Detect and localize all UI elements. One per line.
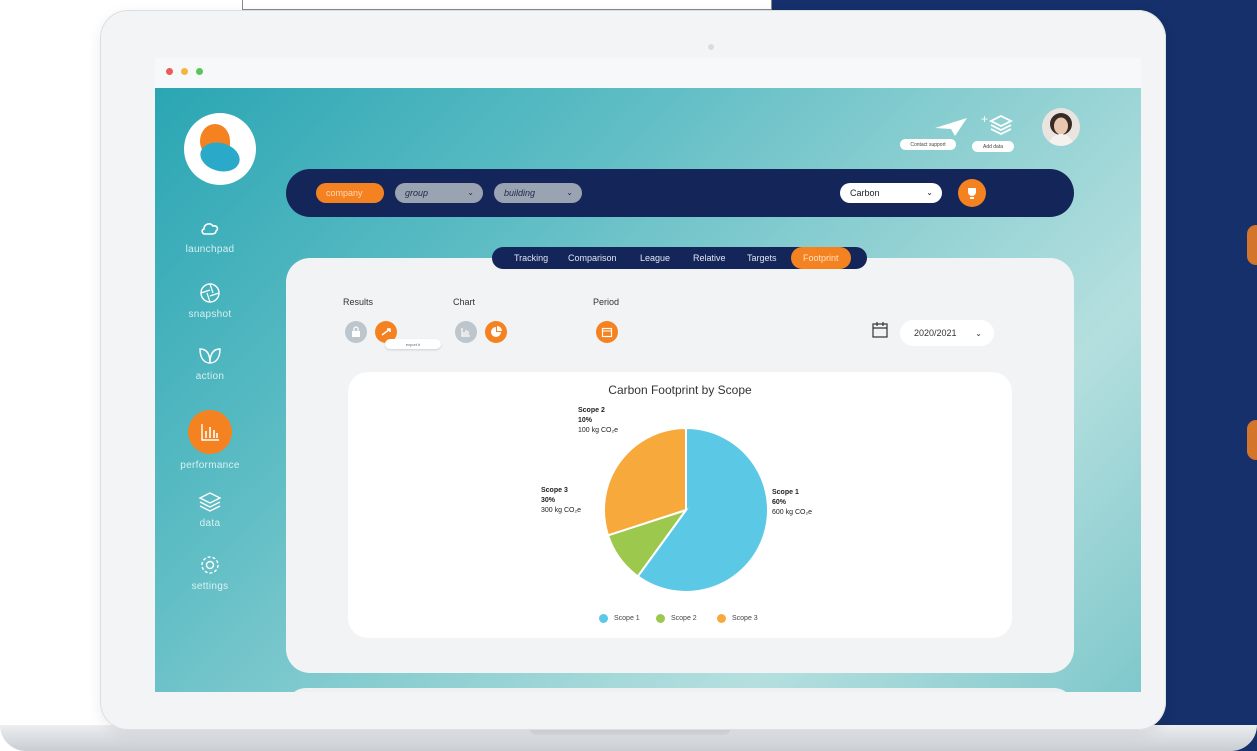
view-tabs: Tracking Comparison League Relative Targ…	[492, 247, 867, 269]
metric-dropdown[interactable]: Carbon ⌄	[840, 183, 942, 203]
period-dropdown[interactable]: 2020/2021 ⌄	[900, 320, 994, 346]
slice-label-scope3: Scope 3 30% 300 kg CO₂e	[541, 487, 582, 514]
sidebar-item-label: action	[195, 371, 225, 382]
svg-text:+: +	[981, 112, 988, 126]
layers-icon	[198, 492, 222, 512]
pie-chart	[603, 426, 769, 593]
bar-chart-icon	[461, 328, 470, 337]
tab-tracking[interactable]: Tracking	[514, 247, 548, 269]
sidebar-item-snapshot[interactable]: snapshot	[155, 281, 265, 320]
chevron-down-icon: ⌄	[975, 328, 982, 338]
sidebar-item-data[interactable]: data	[155, 490, 265, 529]
calendar-icon	[601, 327, 613, 338]
group-dropdown[interactable]: group ⌄	[395, 183, 483, 203]
app-logo[interactable]	[184, 113, 256, 185]
pie-chart-icon	[491, 326, 502, 337]
chart-label: Chart	[453, 297, 476, 307]
sidebar-item-label: performance	[180, 460, 240, 471]
sidebar-item-launchpad[interactable]: launchpad	[155, 216, 265, 255]
tab-targets[interactable]: Targets	[747, 247, 777, 269]
chevron-down-icon: ⌄	[467, 188, 474, 197]
cloud-icon	[201, 223, 219, 235]
trophy-icon	[968, 188, 976, 199]
decorative-shape	[1247, 225, 1257, 265]
gear-icon	[201, 556, 219, 574]
sidebar-item-action[interactable]: action	[155, 343, 265, 382]
avatar[interactable]	[1042, 108, 1080, 146]
sidebar-item-label: data	[199, 518, 221, 529]
period-calendar-button[interactable]	[596, 321, 618, 343]
send-icon[interactable]	[933, 116, 969, 138]
add-layers-icon[interactable]: +	[981, 112, 1017, 140]
user-photo	[1048, 113, 1074, 146]
sidebar-item-label: snapshot	[188, 309, 232, 320]
slice-label-scope1: Scope 1 60% 600 kg CO₂e	[772, 489, 813, 516]
export-icon	[381, 328, 391, 336]
window-maximize-dot[interactable]	[196, 68, 203, 75]
chart-card: Carbon Footprint by Scope Scope 1 60% 60…	[348, 372, 1012, 638]
decorative-shape	[1247, 420, 1257, 460]
period-label: Period	[593, 297, 620, 307]
lock-icon	[352, 326, 360, 337]
tab-footprint[interactable]: Footprint	[791, 247, 851, 269]
add-data-button[interactable]: Add data	[972, 141, 1014, 152]
filter-bar: company group ⌄ building ⌄ Carbon ⌄	[286, 169, 1074, 217]
camera	[708, 44, 714, 50]
export-tooltip: export it	[385, 339, 441, 349]
calendar-icon[interactable]	[871, 321, 889, 339]
chevron-down-icon: ⌄	[566, 188, 573, 197]
tab-relative[interactable]: Relative	[693, 247, 726, 269]
tab-league[interactable]: League	[640, 247, 670, 269]
leaf-icon	[199, 348, 221, 364]
app-screen: launchpad snapshot action performance da…	[155, 88, 1141, 692]
company-filter-button[interactable]: company	[316, 183, 384, 203]
window-minimize-dot[interactable]	[181, 68, 188, 75]
results-lock-button[interactable]	[345, 321, 367, 343]
bar-chart-toggle[interactable]	[455, 321, 477, 343]
leaderboard-button[interactable]	[958, 179, 986, 207]
legend-item-scope3: Scope 3	[717, 614, 758, 623]
contact-support-button[interactable]: Contact support	[900, 139, 956, 150]
slice-label-scope2: Scope 2 10% 100 kg CO₂e	[578, 407, 619, 434]
secondary-panel	[286, 688, 1074, 692]
bar-chart-icon	[201, 424, 219, 441]
aperture-icon	[200, 283, 220, 303]
legend-item-scope1: Scope 1	[599, 614, 640, 623]
tab-comparison[interactable]: Comparison	[568, 247, 617, 269]
legend-item-scope2: Scope 2	[656, 614, 697, 623]
paper-sheet	[242, 0, 772, 10]
browser-toolbar	[155, 58, 1141, 88]
pie-chart-toggle[interactable]	[485, 321, 507, 343]
window-close-dot[interactable]	[166, 68, 173, 75]
sidebar-item-label: settings	[191, 581, 229, 592]
results-label: Results	[343, 297, 374, 307]
sidebar-item-settings[interactable]: settings	[155, 553, 265, 592]
chevron-down-icon: ⌄	[926, 188, 933, 197]
sidebar-item-performance[interactable]: performance	[155, 410, 265, 471]
sidebar-item-label: launchpad	[185, 244, 235, 255]
building-dropdown[interactable]: building ⌄	[494, 183, 582, 203]
